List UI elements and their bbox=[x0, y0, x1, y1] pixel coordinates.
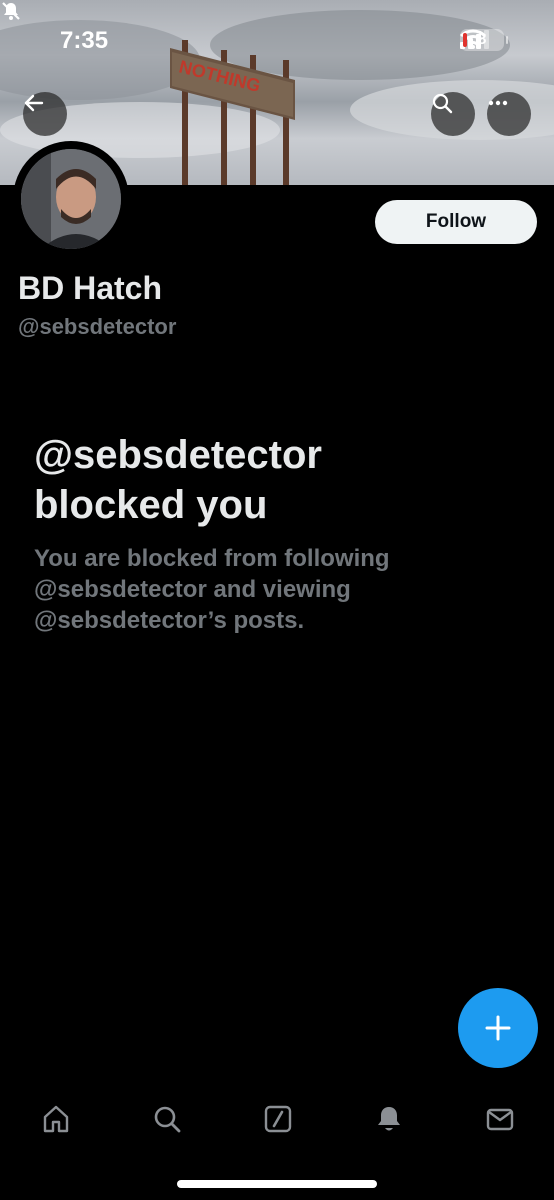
avatar[interactable] bbox=[13, 141, 129, 257]
back-arrow-icon bbox=[24, 94, 44, 112]
tab-grok[interactable] bbox=[258, 1099, 298, 1139]
plus-icon bbox=[485, 1015, 511, 1041]
battery-level: 8 bbox=[477, 31, 487, 48]
more-icon bbox=[488, 100, 508, 106]
display-name: BD Hatch bbox=[18, 270, 163, 306]
avatar-photo bbox=[21, 149, 121, 249]
status-time: 7:35 bbox=[60, 27, 109, 54]
compose-button[interactable] bbox=[458, 988, 538, 1068]
blocked-description: You are blocked from following @sebsdete… bbox=[34, 545, 390, 634]
tab-messages[interactable] bbox=[480, 1099, 520, 1139]
home-indicator bbox=[177, 1180, 377, 1188]
home-icon bbox=[43, 1105, 69, 1133]
tab-search[interactable] bbox=[147, 1099, 187, 1139]
handle: @sebsdetector bbox=[18, 314, 177, 339]
notifications-icon bbox=[378, 1107, 400, 1131]
tab-home[interactable] bbox=[36, 1099, 76, 1139]
back-button[interactable] bbox=[23, 92, 67, 136]
grok-icon bbox=[264, 1105, 292, 1133]
search-icon bbox=[154, 1106, 181, 1133]
follow-button[interactable]: Follow bbox=[375, 200, 537, 244]
bottom-tab-bar bbox=[0, 1085, 554, 1155]
more-button[interactable] bbox=[487, 92, 531, 136]
messages-icon bbox=[486, 1108, 514, 1131]
bell-slash-icon bbox=[2, 2, 20, 20]
search-icon bbox=[432, 93, 453, 114]
blocked-title: @sebsdetector blocked you bbox=[34, 433, 322, 527]
battery-icon: 8 bbox=[460, 29, 508, 51]
tab-notifications[interactable] bbox=[369, 1099, 409, 1139]
search-button[interactable] bbox=[431, 92, 475, 136]
